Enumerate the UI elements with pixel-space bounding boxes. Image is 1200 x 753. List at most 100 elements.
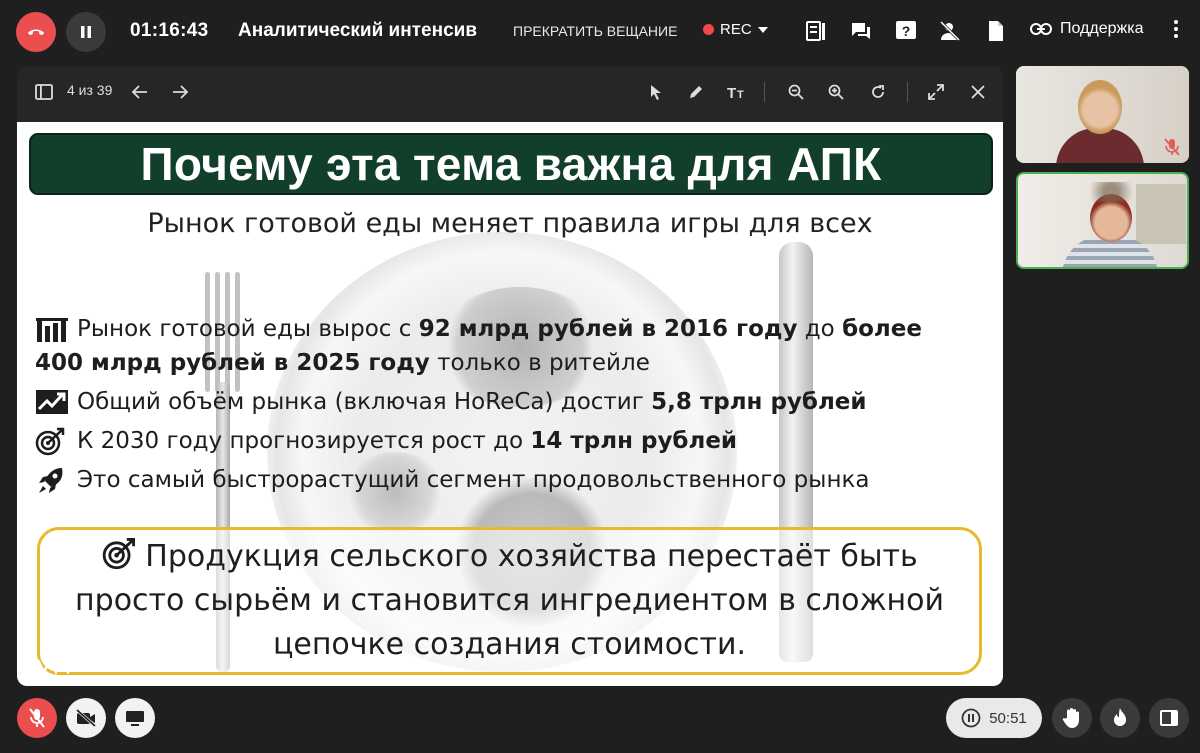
- session-countdown[interactable]: 50:51: [946, 698, 1042, 738]
- expand-icon: [928, 84, 944, 100]
- slide-subtitle: Рынок готовой еды меняет правила игры дл…: [147, 208, 873, 239]
- chat-button[interactable]: [848, 18, 874, 44]
- layout-toggle-button[interactable]: [1149, 698, 1189, 738]
- bullet-text: до: [797, 316, 843, 342]
- broadcast-timer: 01:16:43: [130, 20, 209, 41]
- sidebar-layout-icon: [1160, 710, 1178, 726]
- bullet-list: Рынок готовой еды вырос с 92 млрд рублей…: [35, 312, 985, 502]
- prev-slide-button[interactable]: [129, 80, 151, 104]
- support-link[interactable]: Поддержка: [1030, 20, 1143, 38]
- bullet-text-bold: 400 млрд рублей в 2025 году: [35, 350, 430, 376]
- bullet-text: Это самый быстрорастущий сегмент продово…: [77, 467, 870, 493]
- slide-canvas: Почему эта тема важна для АПК Рынок гото…: [17, 122, 1003, 686]
- screen-share-button[interactable]: [115, 698, 155, 738]
- more-vertical-icon: [1174, 20, 1178, 38]
- mic-muted-icon: [1164, 138, 1180, 156]
- participant-face: [1078, 80, 1122, 134]
- bullet-text: только в ритейле: [429, 350, 650, 376]
- document-icon: [989, 21, 1003, 41]
- svg-text:T: T: [737, 89, 744, 100]
- close-presentation-button[interactable]: [967, 80, 989, 104]
- arrow-left-icon: [132, 85, 147, 99]
- pencil-icon: [690, 86, 702, 98]
- microphone-toggle-button[interactable]: [17, 698, 57, 738]
- raise-hand-button[interactable]: [1052, 698, 1092, 738]
- svg-text:T: T: [727, 85, 736, 100]
- text-size-icon: TT: [727, 85, 744, 100]
- stop-broadcast-button[interactable]: ПРЕКРАТИТЬ ВЕЩАНИЕ: [513, 23, 677, 39]
- logo-mark-icon: [37, 658, 75, 674]
- text-tool-button[interactable]: TT: [725, 80, 749, 104]
- zoom-out-button[interactable]: [785, 80, 807, 104]
- list-item: Это самый быстрорастущий сегмент продово…: [35, 463, 985, 497]
- svg-text:?: ?: [902, 23, 911, 39]
- pause-button[interactable]: [66, 12, 106, 52]
- list-item: Общий объём рынка (включая HoReCa) дости…: [35, 385, 985, 419]
- pen-tool-button[interactable]: [685, 80, 707, 104]
- rec-label: REC: [720, 21, 752, 38]
- key-message-box: Продукция сельского хозяйства перестаёт …: [37, 527, 982, 675]
- more-menu-button[interactable]: [1172, 18, 1180, 45]
- bullet-text: К 2030 году прогнозируется рост до: [77, 428, 531, 454]
- end-call-button[interactable]: [16, 12, 56, 52]
- target-icon: [102, 537, 136, 570]
- rec-dropdown[interactable]: REC: [703, 21, 768, 38]
- notes-button[interactable]: [803, 18, 829, 44]
- chat-icon: [852, 23, 870, 39]
- pause-icon: [81, 26, 91, 38]
- list-item-continuation: 400 млрд рублей в 2025 году только в рит…: [35, 346, 985, 380]
- monitor-icon: [126, 711, 144, 726]
- next-slide-button[interactable]: [169, 80, 191, 104]
- list-item: К 2030 году прогнозируется рост до 14 тр…: [35, 424, 985, 458]
- participant-video-tile-active[interactable]: [1016, 172, 1189, 269]
- event-title: Аналитический интенсив: [238, 20, 477, 41]
- toolbar-divider: [764, 82, 765, 102]
- camera-toggle-button[interactable]: [66, 698, 106, 738]
- bullet-text-bold: 5,8 трлн рублей: [651, 389, 867, 415]
- callout-text: просто сырьём и становится ингредиентом …: [75, 583, 944, 618]
- hand-icon: [1062, 708, 1079, 728]
- chevron-down-icon: [757, 26, 768, 33]
- reset-zoom-button[interactable]: [867, 80, 889, 104]
- pointer-tool-button[interactable]: [645, 80, 667, 104]
- sidebar-icon: [35, 84, 53, 100]
- questions-button[interactable]: ?: [893, 18, 919, 44]
- participant-video-tile[interactable]: [1016, 66, 1189, 163]
- zoom-out-icon: [788, 84, 804, 100]
- bullet-text-bold: 92 млрд рублей в 2016 году: [418, 316, 798, 342]
- document-button[interactable]: [983, 18, 1009, 44]
- trend-up-icon: [36, 390, 68, 414]
- participants-off-button[interactable]: [937, 18, 963, 44]
- presentation-panel: 4 из 39 TT Почему эта тема важна для АПК…: [17, 66, 1003, 686]
- fire-icon: [1114, 708, 1126, 726]
- bar-chart-icon: [36, 318, 68, 342]
- clipboard-list-icon: [806, 21, 825, 41]
- sidebar-toggle-button[interactable]: [33, 80, 55, 104]
- refresh-icon: [872, 85, 884, 98]
- presentation-toolbar: 4 из 39 TT: [17, 66, 1003, 118]
- phone-hangup-icon: [27, 29, 45, 36]
- question-icon: ?: [896, 21, 916, 39]
- cursor-icon: [651, 85, 661, 100]
- slide-title-banner: Почему эта тема важна для АПК: [29, 133, 993, 195]
- zoom-in-icon: [828, 84, 844, 100]
- toolbar-divider: [907, 82, 908, 102]
- reactions-button[interactable]: [1100, 698, 1140, 738]
- mic-off-icon: [29, 708, 45, 728]
- top-bar: 01:16:43 Аналитический интенсив ПРЕКРАТИ…: [0, 0, 1200, 64]
- link-icon: [1030, 23, 1052, 35]
- close-icon: [971, 85, 985, 99]
- arrow-right-icon: [173, 85, 188, 99]
- support-label: Поддержка: [1060, 20, 1144, 37]
- target-icon: [35, 427, 65, 456]
- slide-title: Почему эта тема важна для АПК: [140, 138, 882, 190]
- pause-circle-icon: [961, 708, 981, 728]
- bullet-text-bold: более: [842, 316, 922, 342]
- video-off-icon: [76, 709, 96, 727]
- list-item: Рынок готовой еды вырос с 92 млрд рублей…: [35, 312, 985, 346]
- rec-indicator-icon: [703, 24, 714, 35]
- bullet-text-bold: 14 трлн рублей: [530, 428, 738, 454]
- page-counter: 4 из 39: [67, 82, 113, 98]
- fullscreen-button[interactable]: [925, 80, 947, 104]
- zoom-in-button[interactable]: [825, 80, 847, 104]
